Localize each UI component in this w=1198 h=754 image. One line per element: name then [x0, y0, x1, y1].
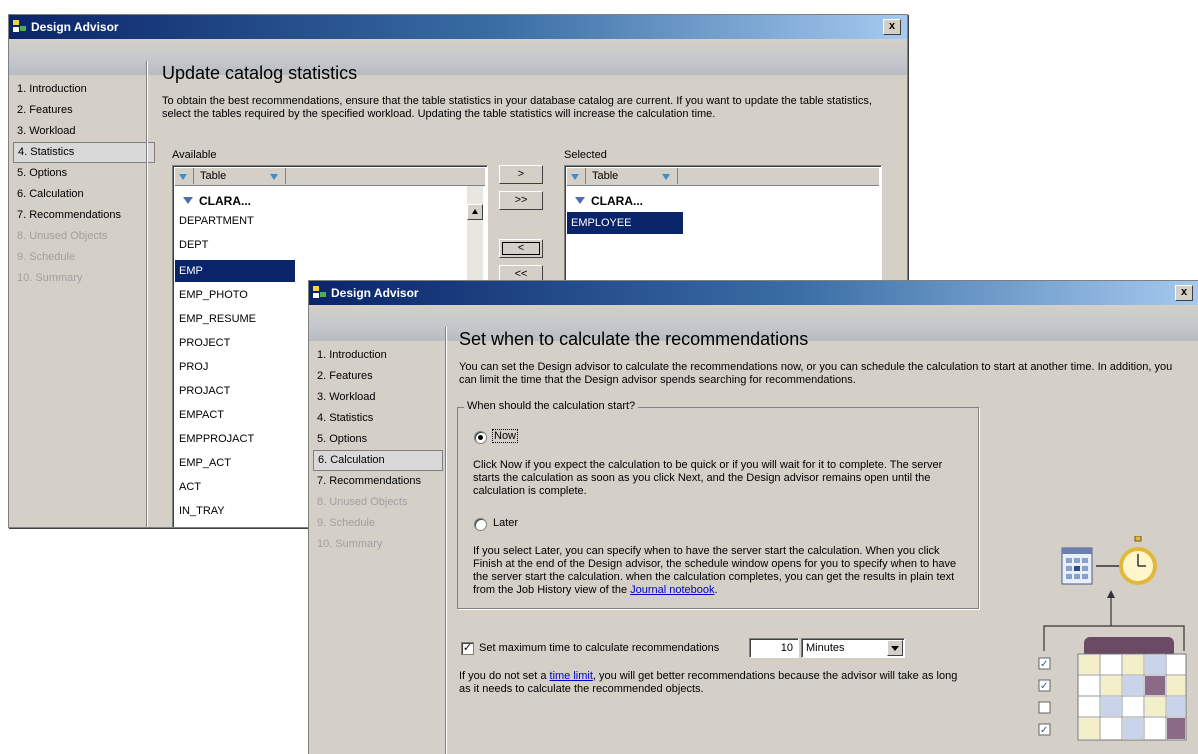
later-description: If you select Later, you can specify whe…	[473, 545, 957, 596]
chevron-down-icon[interactable]	[887, 640, 903, 656]
nav-item-introduction[interactable]: 1. Introduction	[313, 345, 455, 366]
design-advisor-window-front: Design Advisor x 1. Introduction 2. Feat…	[308, 280, 1198, 754]
nav-item-options[interactable]: 5. Options	[313, 429, 455, 450]
illustration-check-4: ✓	[1040, 725, 1048, 736]
list-item[interactable]: EMPACT	[175, 404, 295, 426]
nav-divider	[146, 61, 148, 527]
nav-item-unused-objects: 8. Unused Objects	[317, 496, 408, 508]
schema-node[interactable]: CLARA...	[575, 194, 643, 208]
journal-notebook-link[interactable]: Journal notebook	[630, 584, 714, 596]
sort-icon[interactable]	[178, 171, 189, 182]
list-item[interactable]: DEPT	[175, 234, 295, 256]
nav-item-features[interactable]: 2. Features	[313, 366, 455, 387]
app-icon	[13, 20, 27, 33]
list-item[interactable]: PROJACT	[175, 380, 295, 402]
wizard-nav: 1. Introduction 2. Features 3. Workload …	[313, 345, 455, 555]
sort-icon[interactable]	[570, 171, 581, 182]
window-title: Design Advisor	[331, 286, 419, 300]
list-item[interactable]: DEPARTMENT	[175, 210, 295, 232]
later-label[interactable]: Later	[493, 517, 518, 529]
wizard-nav: 1. Introduction 2. Features 3. Workload …	[13, 79, 155, 289]
sort-icon[interactable]	[269, 171, 280, 182]
calendar-icon	[1061, 547, 1093, 585]
list-item-selected[interactable]: EMP	[175, 260, 295, 282]
time-unit-select[interactable]: Minutes	[801, 638, 905, 658]
close-icon[interactable]: x	[883, 19, 901, 35]
list-item[interactable]: ACT	[175, 476, 295, 498]
list-item[interactable]: EMPPROJACT	[175, 428, 295, 450]
title-bar: Design Advisor x	[309, 281, 1198, 305]
nav-item-recommendations[interactable]: 7. Recommendations	[313, 471, 455, 492]
list-item[interactable]: IN_TRAY	[175, 500, 295, 522]
nav-item-workload[interactable]: 3. Workload	[13, 121, 155, 142]
nav-item-summary: 10. Summary	[317, 538, 383, 550]
time-limit-note: If you do not set a time limit, you will…	[459, 670, 958, 695]
selected-label: Selected	[564, 149, 607, 161]
list-item[interactable]: PROJ	[175, 356, 295, 378]
schema-node[interactable]: CLARA...	[183, 194, 251, 208]
later-radio[interactable]	[474, 518, 487, 531]
page-description: To obtain the best recommendations, ensu…	[162, 95, 872, 120]
scroll-up-icon[interactable]	[467, 204, 483, 220]
list-item-selected[interactable]: EMPLOYEE	[567, 212, 683, 234]
now-radio[interactable]	[474, 431, 487, 444]
now-description: Click Now if you expect the calculation …	[473, 459, 943, 497]
illustration-check-1: ✓	[1040, 659, 1048, 670]
list-item[interactable]: EMP_ACT	[175, 452, 295, 474]
add-button[interactable]: >	[499, 165, 543, 184]
max-time-label: Set maximum time to calculate recommenda…	[479, 642, 720, 654]
page-description: You can set the Design advisor to calcul…	[459, 361, 1173, 386]
nav-item-unused-objects: 8. Unused Objects	[17, 230, 108, 242]
stopwatch-icon	[1119, 536, 1157, 585]
nav-item-introduction[interactable]: 1. Introduction	[13, 79, 155, 100]
add-all-button[interactable]: >>	[499, 191, 543, 210]
selected-list-header: Table	[567, 168, 879, 186]
page-title: Update catalog statistics	[162, 63, 358, 83]
nav-item-schedule: 9. Schedule	[17, 251, 76, 263]
page-title: Set when to calculate the recommendation…	[459, 329, 809, 349]
close-icon[interactable]: x	[1175, 285, 1193, 301]
max-time-checkbox[interactable]: ✓	[461, 642, 474, 655]
nav-item-schedule: 9. Schedule	[317, 517, 376, 529]
nav-item-workload[interactable]: 3. Workload	[313, 387, 455, 408]
max-time-input[interactable]: 10	[749, 638, 799, 658]
group-title: When should the calculation start?	[464, 400, 639, 412]
title-bar: Design Advisor x	[9, 15, 907, 39]
now-label[interactable]: Now	[491, 429, 519, 443]
nav-item-statistics[interactable]: 4. Statistics	[13, 142, 155, 163]
nav-item-recommendations[interactable]: 7. Recommendations	[13, 205, 155, 226]
nav-item-features[interactable]: 2. Features	[13, 100, 155, 121]
remove-button[interactable]: <	[499, 239, 543, 258]
expand-icon[interactable]	[183, 197, 193, 204]
window-title: Design Advisor	[31, 20, 119, 34]
sort-icon[interactable]	[661, 171, 672, 182]
list-item[interactable]: EMP_RESUME	[175, 308, 295, 330]
task-calendar-icon	[1077, 637, 1187, 741]
nav-item-statistics[interactable]: 4. Statistics	[313, 408, 455, 429]
available-list-header: Table	[175, 168, 485, 186]
illustration-check-2: ✓	[1040, 681, 1048, 692]
schedule-illustration: ✓ ✓ ✓	[1038, 536, 1187, 741]
nav-item-calculation[interactable]: 6. Calculation	[313, 450, 443, 471]
time-limit-link[interactable]: time limit	[550, 670, 593, 682]
list-item[interactable]: EMP_PHOTO	[175, 284, 295, 306]
nav-divider	[445, 327, 447, 754]
available-label: Available	[172, 149, 217, 161]
list-item[interactable]: PROJECT	[175, 332, 295, 354]
nav-item-calculation[interactable]: 6. Calculation	[13, 184, 155, 205]
app-icon	[313, 286, 327, 299]
header-band	[9, 39, 907, 75]
nav-item-options[interactable]: 5. Options	[13, 163, 155, 184]
expand-icon[interactable]	[575, 197, 585, 204]
nav-item-summary: 10. Summary	[17, 272, 83, 284]
